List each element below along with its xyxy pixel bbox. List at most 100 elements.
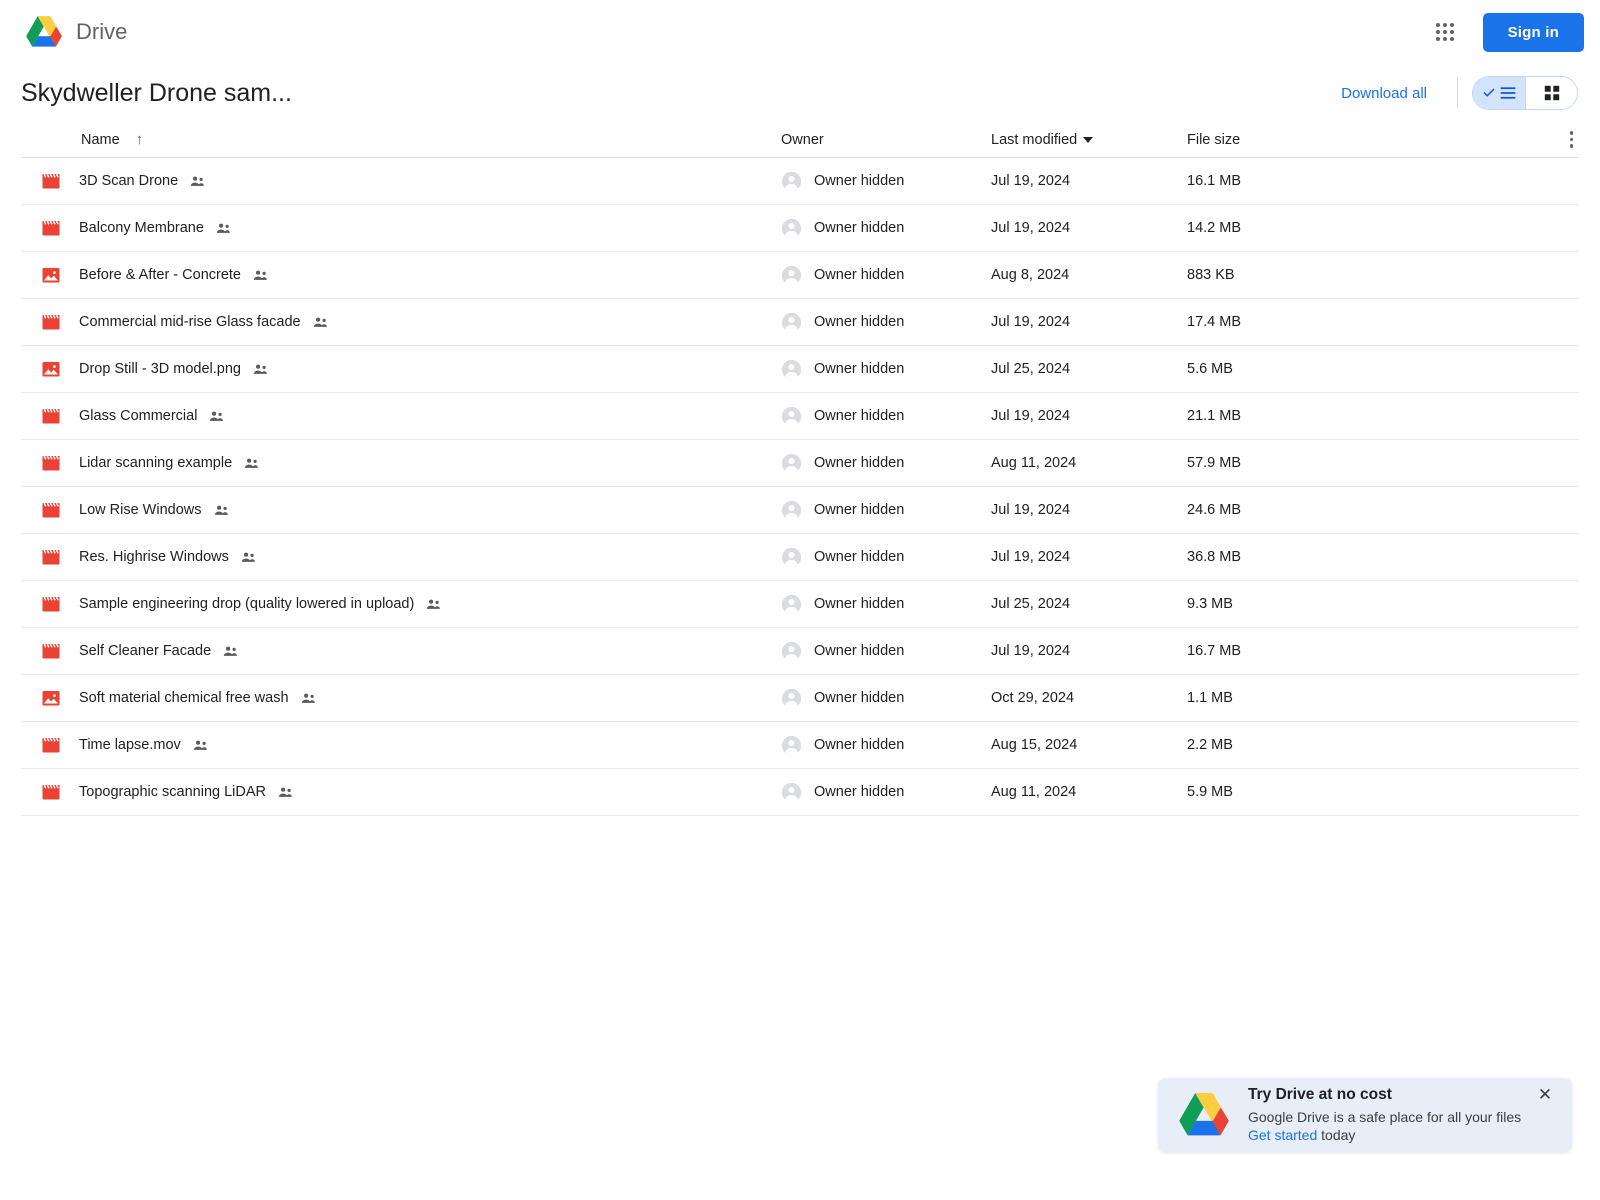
owner-label: Owner hidden — [814, 408, 905, 424]
shared-people-icon — [241, 552, 255, 562]
cell-last-modified: Jul 25, 2024 — [991, 361, 1071, 377]
cell-file-name: 3D Scan Drone — [41, 171, 781, 191]
arrow-up-icon: ↑ — [135, 131, 144, 148]
image-file-icon — [42, 268, 60, 283]
cell-last-modified: Jul 19, 2024 — [991, 502, 1071, 518]
shared-people-icon — [224, 646, 238, 656]
owner-label: Owner hidden — [814, 690, 905, 706]
image-file-icon — [42, 691, 60, 706]
file-name-label: Topographic scanning LiDAR — [79, 784, 266, 800]
video-file-icon — [42, 408, 60, 424]
view-toggle-group — [1472, 76, 1578, 110]
cell-owner: Owner hidden — [781, 547, 991, 568]
avatar — [781, 218, 802, 238]
cell-file-name: Low Rise Windows — [41, 500, 781, 520]
cell-file-size: 1.1 MB — [1187, 690, 1233, 706]
download-all-button[interactable]: Download all — [1327, 77, 1441, 110]
owner-label: Owner hidden — [814, 737, 905, 753]
cell-file-name: Glass Commercial — [41, 406, 781, 426]
cell-file-size: 16.1 MB — [1187, 173, 1241, 189]
table-row[interactable]: 3D Scan Drone Owner hidden Jul 19, 2024 16.… — [21, 158, 1579, 205]
brand-name: Drive — [76, 19, 128, 44]
cell-file-name: Sample engineering drop (quality lowered… — [41, 594, 781, 614]
drive-logo — [1179, 1092, 1229, 1136]
cell-last-modified: Aug 15, 2024 — [991, 737, 1078, 753]
get-started-link[interactable]: Get started — [1248, 1127, 1317, 1143]
table-row[interactable]: Commercial mid-rise Glass facade Owner hi… — [21, 299, 1579, 346]
file-name-label: Lidar scanning example — [79, 455, 233, 471]
cell-last-modified: Aug 11, 2024 — [991, 784, 1077, 800]
cell-file-size: 21.1 MB — [1187, 408, 1241, 424]
cell-last-modified: Jul 19, 2024 — [991, 643, 1071, 659]
table-row[interactable]: Low Rise Windows Owner hidden Jul 19, 2024… — [21, 487, 1579, 534]
file-name-label: Before & After - Concrete — [79, 267, 241, 283]
sign-in-button[interactable]: Sign in — [1482, 12, 1584, 52]
file-name-label: Sample engineering drop (quality lowered… — [79, 596, 415, 612]
cell-file-name: Res. Highrise Windows — [41, 547, 781, 567]
shared-people-icon — [278, 787, 292, 797]
cell-owner: Owner hidden — [781, 171, 991, 192]
apps-grid-icon[interactable] — [1425, 12, 1465, 52]
video-file-icon — [42, 502, 60, 518]
cell-file-size: 57.9 MB — [1187, 455, 1241, 471]
image-file-icon — [42, 362, 60, 377]
table-row[interactable]: Soft material chemical free wash Owner hi… — [21, 675, 1579, 722]
avatar — [781, 688, 802, 708]
cell-owner: Owner hidden — [781, 688, 991, 709]
avatar — [781, 406, 802, 426]
column-header-owner[interactable]: Owner — [781, 132, 991, 148]
file-table: Name ↑ Owner Last modified File size 3D … — [0, 122, 1600, 816]
cell-file-size: 17.4 MB — [1187, 314, 1241, 330]
cell-owner: Owner hidden — [781, 218, 991, 239]
cell-last-modified: Aug 11, 2024 — [991, 455, 1077, 471]
column-header-name[interactable]: Name ↑ — [81, 132, 781, 148]
cell-owner: Owner hidden — [781, 312, 991, 333]
grid-view-button[interactable] — [1525, 77, 1577, 109]
table-body: 3D Scan Drone Owner hidden Jul 19, 2024 16.… — [21, 158, 1579, 816]
cell-file-name: Before & After - Concrete — [41, 265, 781, 285]
table-row[interactable]: Lidar scanning example Owner hidden Aug 11… — [21, 440, 1579, 487]
folder-header-actions: Download all — [1327, 76, 1578, 110]
column-header-file-size[interactable]: File size — [1187, 132, 1387, 148]
file-name-label: 3D Scan Drone — [79, 173, 179, 189]
table-row[interactable]: Glass Commercial Owner hidden Jul 19, 2024… — [21, 393, 1579, 440]
promo-title: Try Drive at no cost — [1248, 1085, 1392, 1103]
cell-file-size: 36.8 MB — [1187, 549, 1241, 565]
cell-owner: Owner hidden — [781, 782, 991, 803]
cell-owner: Owner hidden — [781, 453, 991, 474]
avatar — [781, 782, 802, 802]
grid-view-icon — [1544, 85, 1559, 101]
table-row[interactable]: Sample engineering drop (quality lowered… — [21, 581, 1579, 628]
video-file-icon — [42, 737, 60, 753]
promo-content: Try Drive at no cost Google Drive is a s… — [1248, 1086, 1532, 1145]
column-header-last-modified[interactable]: Last modified — [991, 132, 1187, 148]
table-row[interactable]: Time lapse.mov Owner hidden Aug 15, 2024 2.… — [21, 722, 1579, 769]
cell-file-name: Lidar scanning example — [41, 453, 781, 473]
promo-toast: Try Drive at no cost Google Drive is a s… — [1158, 1078, 1572, 1152]
table-row[interactable]: Balcony Membrane Owner hidden Jul 19, 2024… — [21, 205, 1579, 252]
cell-last-modified: Jul 19, 2024 — [991, 220, 1071, 236]
avatar — [781, 500, 802, 520]
brand-home-link[interactable]: Drive — [24, 14, 127, 50]
table-row[interactable]: Topographic scanning LiDAR Owner hidden Au… — [21, 769, 1579, 816]
cell-file-size: 5.6 MB — [1187, 361, 1233, 377]
file-name-label: Soft material chemical free wash — [79, 690, 289, 706]
table-row[interactable]: Drop Still - 3D model.png Owner hidden Jul… — [21, 346, 1579, 393]
cell-file-name: Self Cleaner Facade — [41, 641, 781, 661]
table-row[interactable]: Res. Highrise Windows Owner hidden Jul 19,… — [21, 534, 1579, 581]
file-name-label: Drop Still - 3D model.png — [79, 361, 241, 377]
owner-label: Owner hidden — [814, 643, 905, 659]
more-vertical-icon[interactable] — [1564, 125, 1580, 154]
table-row[interactable]: Before & After - Concrete Owner hidden Aug… — [21, 252, 1579, 299]
cell-file-size: 883 KB — [1187, 267, 1235, 283]
promo-link-suffix: today — [1317, 1126, 1356, 1143]
cell-file-size: 14.2 MB — [1187, 220, 1241, 236]
avatar — [781, 265, 802, 285]
shared-people-icon — [313, 317, 327, 327]
owner-label: Owner hidden — [814, 596, 905, 612]
close-icon[interactable]: ✕ — [1532, 1082, 1558, 1108]
file-name-label: Time lapse.mov — [79, 737, 181, 753]
table-row[interactable]: Self Cleaner Facade Owner hidden Jul 19, 2… — [21, 628, 1579, 675]
cell-owner: Owner hidden — [781, 500, 991, 521]
list-view-button[interactable] — [1473, 77, 1525, 109]
